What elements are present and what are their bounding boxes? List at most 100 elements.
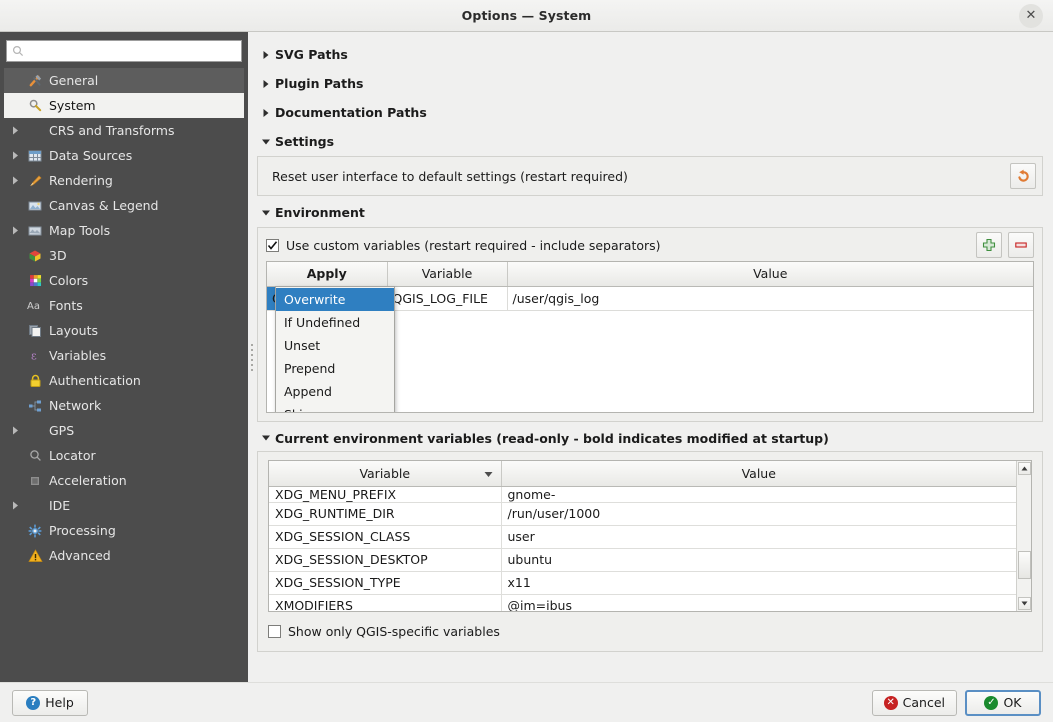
cell-value[interactable]: gnome-: [501, 486, 1016, 502]
column-header-value[interactable]: Value: [507, 262, 1033, 286]
section-plugin-paths[interactable]: Plugin Paths: [257, 69, 1043, 98]
section-current-environment-variables[interactable]: Current environment variables (read-only…: [257, 425, 1043, 451]
current-environment-table[interactable]: Variable Value X: [268, 460, 1032, 612]
sidebar-item-system[interactable]: System: [4, 93, 244, 118]
section-label: Documentation Paths: [275, 105, 427, 120]
sidebar-item-general[interactable]: General: [4, 68, 244, 93]
sidebar-item-processing[interactable]: Processing: [4, 518, 244, 543]
cell-value[interactable]: /user/qgis_log: [507, 286, 1033, 310]
sidebar-item-gps[interactable]: GPS: [4, 418, 244, 443]
chevron-right-icon[interactable]: [257, 79, 275, 89]
apply-mode-dropdown[interactable]: Overwrite If Undefined Unset Prepend App…: [275, 286, 395, 413]
dropdown-option-append[interactable]: Append: [276, 380, 394, 403]
chevron-right-icon[interactable]: [6, 151, 24, 160]
cell-value[interactable]: ubuntu: [501, 548, 1016, 571]
sidebar-item-variables[interactable]: ε Variables: [4, 343, 244, 368]
search-input[interactable]: [26, 43, 236, 59]
chevron-down-icon[interactable]: [257, 138, 275, 146]
chevron-right-icon[interactable]: [6, 501, 24, 510]
chevron-down-icon[interactable]: [257, 209, 275, 217]
revert-arrow-icon[interactable]: [1010, 163, 1036, 189]
sidebar-item-locator[interactable]: Locator: [4, 443, 244, 468]
scroll-down-icon[interactable]: [1018, 597, 1031, 610]
dropdown-option-if-undefined[interactable]: If Undefined: [276, 311, 394, 334]
sidebar-item-acceleration[interactable]: Acceleration: [4, 468, 244, 493]
column-header-apply[interactable]: Apply: [267, 262, 387, 286]
sidebar-item-data-sources[interactable]: Data Sources: [4, 143, 244, 168]
sidebar-item-layouts[interactable]: Layouts: [4, 318, 244, 343]
fonts-aa-icon: Aa: [24, 299, 46, 312]
column-header-value[interactable]: Value: [501, 461, 1016, 486]
show-only-qgis-checkbox[interactable]: [268, 625, 281, 638]
current-environment-scrollbar[interactable]: [1016, 461, 1031, 611]
chevron-down-icon[interactable]: [257, 434, 275, 442]
dropdown-option-prepend[interactable]: Prepend: [276, 357, 394, 380]
sidebar-splitter[interactable]: [248, 32, 255, 682]
sidebar-item-crs-and-transforms[interactable]: CRS and Transforms: [4, 118, 244, 143]
cell-value[interactable]: @im=ibus: [501, 594, 1016, 611]
cell-variable[interactable]: XDG_SESSION_CLASS: [269, 525, 501, 548]
search-box[interactable]: [6, 40, 242, 62]
table-row[interactable]: XDG_MENU_PREFIX gnome-: [269, 486, 1016, 502]
section-label: Plugin Paths: [275, 76, 363, 91]
column-header-variable[interactable]: Variable: [269, 461, 501, 486]
table-row[interactable]: XDG_SESSION_CLASS user: [269, 525, 1016, 548]
sidebar-item-fonts[interactable]: Aa Fonts: [4, 293, 244, 318]
scrollbar-track[interactable]: [1018, 475, 1031, 597]
cell-variable[interactable]: XDG_RUNTIME_DIR: [269, 502, 501, 525]
dialog-body: General System: [0, 32, 1053, 682]
scrollbar-thumb[interactable]: [1018, 551, 1031, 579]
sidebar-item-ide[interactable]: IDE: [4, 493, 244, 518]
cell-variable[interactable]: XDG_SESSION_DESKTOP: [269, 548, 501, 571]
chevron-right-icon[interactable]: [257, 50, 275, 60]
chevron-right-icon[interactable]: [6, 426, 24, 435]
table-row[interactable]: XDG_SESSION_DESKTOP ubuntu: [269, 548, 1016, 571]
cell-value[interactable]: user: [501, 525, 1016, 548]
sidebar-item-label: Acceleration: [46, 473, 127, 488]
cell-variable[interactable]: XMODIFIERS: [269, 594, 501, 611]
dropdown-option-overwrite[interactable]: Overwrite: [276, 288, 394, 311]
use-custom-variables-checkbox[interactable]: [266, 239, 279, 252]
cell-variable[interactable]: XDG_MENU_PREFIX: [269, 486, 501, 502]
cell-variable[interactable]: XDG_SESSION_TYPE: [269, 571, 501, 594]
dropdown-option-skip[interactable]: Skip: [276, 403, 394, 413]
ok-button-label: OK: [1003, 695, 1021, 710]
close-icon[interactable]: ✕: [1019, 4, 1043, 28]
sidebar-item-canvas-and-legend[interactable]: Canvas & Legend: [4, 193, 244, 218]
cell-variable[interactable]: QGIS_LOG_FILE: [387, 286, 507, 310]
dropdown-option-unset[interactable]: Unset: [276, 334, 394, 357]
column-header-variable[interactable]: Variable: [387, 262, 507, 286]
scroll-up-icon[interactable]: [1018, 462, 1031, 475]
table-row[interactable]: XDG_RUNTIME_DIR /run/user/1000: [269, 502, 1016, 525]
chevron-right-icon[interactable]: [6, 126, 24, 135]
section-environment[interactable]: Environment: [257, 198, 1043, 227]
cell-value[interactable]: /run/user/1000: [501, 502, 1016, 525]
plus-icon[interactable]: [976, 232, 1002, 258]
sidebar-item-advanced[interactable]: Advanced: [4, 543, 244, 568]
table-row[interactable]: XDG_SESSION_TYPE x11: [269, 571, 1016, 594]
section-documentation-paths[interactable]: Documentation Paths: [257, 98, 1043, 127]
chevron-right-icon[interactable]: [257, 108, 275, 118]
table-row[interactable]: XMODIFIERS @im=ibus: [269, 594, 1016, 611]
sidebar-item-3d[interactable]: 3D: [4, 243, 244, 268]
section-label: Current environment variables (read-only…: [275, 431, 829, 446]
minus-icon[interactable]: [1008, 232, 1034, 258]
window-title: Options — System: [462, 8, 592, 23]
chevron-right-icon[interactable]: [6, 226, 24, 235]
cancel-button[interactable]: ✕ Cancel: [872, 690, 957, 716]
sidebar-item-authentication[interactable]: Authentication: [4, 368, 244, 393]
column-header-variable-label: Variable: [359, 466, 410, 481]
chevron-right-icon[interactable]: [6, 176, 24, 185]
sidebar-item-map-tools[interactable]: Map Tools: [4, 218, 244, 243]
sidebar-item-network[interactable]: Network: [4, 393, 244, 418]
ok-button[interactable]: ✓ OK: [965, 690, 1041, 716]
help-button[interactable]: ? Help: [12, 690, 88, 716]
section-settings[interactable]: Settings: [257, 127, 1043, 156]
dialog-footer: ? Help ✕ Cancel ✓ OK: [0, 682, 1053, 722]
sidebar-item-rendering[interactable]: Rendering: [4, 168, 244, 193]
check-icon: ✓: [984, 696, 998, 710]
section-svg-paths[interactable]: SVG Paths: [257, 40, 1043, 69]
cell-value[interactable]: x11: [501, 571, 1016, 594]
sidebar-item-colors[interactable]: Colors: [4, 268, 244, 293]
custom-variables-table[interactable]: Apply Variable Value Overwrite QGIS_LOG_…: [266, 261, 1034, 413]
